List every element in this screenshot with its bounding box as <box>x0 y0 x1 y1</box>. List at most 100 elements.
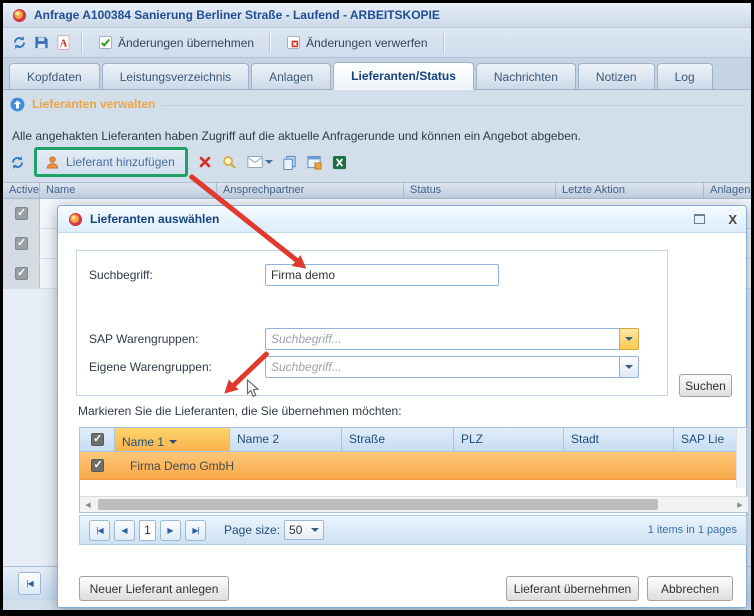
window-title: Anfrage A100384 Sanierung Berliner Straß… <box>34 8 440 22</box>
tab-anlagen[interactable]: Anlagen <box>251 63 331 89</box>
dropdown-trigger[interactable] <box>619 356 639 378</box>
select-all-checkbox[interactable] <box>91 433 104 446</box>
scroll-left-icon[interactable]: ◀ <box>80 497 96 512</box>
select-all-cell <box>80 428 115 451</box>
excel-icon[interactable] <box>332 154 348 170</box>
cancel-button[interactable]: Abbrechen <box>647 576 733 601</box>
search-icon[interactable] <box>222 154 238 170</box>
titlebar: Anfrage A100384 Sanierung Berliner Straß… <box>3 3 751 28</box>
chevron-down-icon <box>625 337 633 345</box>
column-header-name1[interactable]: Name 1 <box>115 428 230 451</box>
tab-notizen[interactable]: Notizen <box>578 63 655 89</box>
delete-icon[interactable] <box>197 154 213 170</box>
svg-text:A: A <box>59 38 67 49</box>
column-header-name[interactable]: Name <box>40 183 217 198</box>
apply-changes-button[interactable]: Änderungen übernehmen <box>92 32 259 54</box>
sort-desc-icon <box>169 440 177 448</box>
active-checkbox[interactable] <box>15 267 28 280</box>
active-checkbox[interactable] <box>15 237 28 250</box>
tab-log[interactable]: Log <box>657 63 713 89</box>
current-page-box[interactable]: 1 <box>139 520 156 541</box>
active-checkbox[interactable] <box>15 207 28 220</box>
next-page-button[interactable] <box>160 520 181 541</box>
column-header-plz[interactable]: PLZ <box>454 428 564 451</box>
discard-changes-label: Änderungen verwerfen <box>306 36 427 50</box>
scroll-right-icon[interactable]: ▶ <box>732 497 748 512</box>
search-term-label: Suchbegriff: <box>89 268 153 282</box>
tab-lieferanten-status[interactable]: Lieferanten/Status <box>333 62 474 90</box>
dialog-pager-bar: 1 Page size: 50 1 items in 1 pages <box>79 515 747 545</box>
column-header-status[interactable]: Status <box>404 183 556 198</box>
tab-leistungsverzeichnis[interactable]: Leistungsverzeichnis <box>102 63 249 89</box>
tab-nachrichten[interactable]: Nachrichten <box>476 63 576 89</box>
own-groups-combo <box>265 356 639 378</box>
take-supplier-button[interactable]: Lieferant übernehmen <box>506 576 639 601</box>
active-cell <box>3 259 40 288</box>
chevron-down-icon <box>265 160 273 168</box>
pager-summary: 1 items in 1 pages <box>648 524 737 536</box>
toolbar-separator <box>443 33 444 53</box>
dropdown-trigger[interactable] <box>619 328 639 350</box>
toolbar-separator <box>269 33 270 53</box>
horizontal-scrollbar[interactable]: ◀ ▶ <box>80 496 748 512</box>
prev-page-button[interactable] <box>114 520 135 541</box>
tab-bar: Kopfdaten Leistungsverzeichnis Anlagen L… <box>3 58 751 90</box>
column-header-ansprechpartner[interactable]: Ansprechpartner <box>217 183 404 198</box>
active-cell <box>3 229 40 258</box>
sap-groups-label: SAP Warengruppen: <box>89 332 198 346</box>
search-panel: Suchbegriff: SAP Warengruppen: Eigene Wa… <box>76 250 668 396</box>
supplier-toolbar: Lieferant hinzufügen <box>9 147 348 177</box>
page-size-value: 50 <box>289 523 302 537</box>
tab-kopfdaten[interactable]: Kopfdaten <box>9 63 100 89</box>
vertical-scrollbar[interactable] <box>736 428 746 488</box>
app-icon <box>67 211 83 227</box>
select-suppliers-dialog: Lieferanten auswählen X Suchbegriff: SAP… <box>57 205 747 608</box>
sap-groups-combo <box>265 328 639 350</box>
save-icon[interactable] <box>33 35 49 51</box>
row-checkbox[interactable] <box>91 459 104 472</box>
discard-changes-button[interactable]: Änderungen verwerfen <box>280 32 432 54</box>
app-icon <box>11 7 27 23</box>
collapse-up-icon[interactable] <box>9 96 25 112</box>
discard-x-icon <box>285 35 301 51</box>
page-size-select[interactable]: 50 <box>284 520 324 540</box>
main-toolbar: A Änderungen übernehmen Änderungen verwe… <box>3 28 751 58</box>
scrollbar-thumb[interactable] <box>98 499 658 510</box>
column-header-name2[interactable]: Name 2 <box>230 428 342 451</box>
dialog-grid-header: Name 1 Name 2 Straße PLZ Stadt SAP Lie <box>80 428 746 452</box>
section-rule <box>162 105 745 106</box>
person-add-icon <box>44 154 60 170</box>
dialog-titlebar: Lieferanten auswählen X <box>58 206 746 233</box>
last-page-button[interactable] <box>185 520 206 541</box>
close-icon[interactable]: X <box>728 213 737 226</box>
dialog-button-row: Neuer Lieferant anlegen Lieferant überne… <box>58 576 748 601</box>
first-page-button[interactable] <box>18 572 41 595</box>
mouse-cursor <box>246 379 259 403</box>
copy-icon[interactable] <box>282 154 298 170</box>
pdf-icon[interactable]: A <box>55 35 71 51</box>
page-size-label: Page size: <box>224 523 280 537</box>
own-groups-label: Eigene Warengruppen: <box>89 360 212 374</box>
supplier-result-row[interactable]: Firma Demo GmbH <box>80 452 746 480</box>
row-check-cell <box>80 459 115 472</box>
toolbar-separator <box>81 33 82 53</box>
add-supplier-button[interactable]: Lieferant hinzufügen <box>34 147 188 177</box>
refresh-icon[interactable] <box>11 35 27 51</box>
column-header-anlagen[interactable]: Anlagen <box>704 183 751 198</box>
column-header-letzte-aktion[interactable]: Letzte Aktion <box>556 183 704 198</box>
column-header-stadt[interactable]: Stadt <box>564 428 674 451</box>
supplier-grid-header: Active Name Ansprechpartner Status Letzt… <box>3 182 751 199</box>
mail-menu-button[interactable] <box>247 154 273 170</box>
new-supplier-button[interactable]: Neuer Lieferant anlegen <box>79 576 229 601</box>
column-header-active[interactable]: Active <box>3 183 40 198</box>
table-transfer-icon[interactable] <box>307 154 323 170</box>
own-groups-input[interactable] <box>265 356 619 378</box>
refresh-icon[interactable] <box>9 154 25 170</box>
sap-groups-input[interactable] <box>265 328 619 350</box>
first-page-button[interactable] <box>89 520 110 541</box>
maximize-icon[interactable] <box>694 214 705 224</box>
column-header-strasse[interactable]: Straße <box>342 428 454 451</box>
instruction-text: Markieren Sie die Lieferanten, die Sie ü… <box>78 404 402 418</box>
search-button[interactable]: Suchen <box>679 374 732 397</box>
supplier-name: Firma Demo GmbH <box>115 459 234 473</box>
